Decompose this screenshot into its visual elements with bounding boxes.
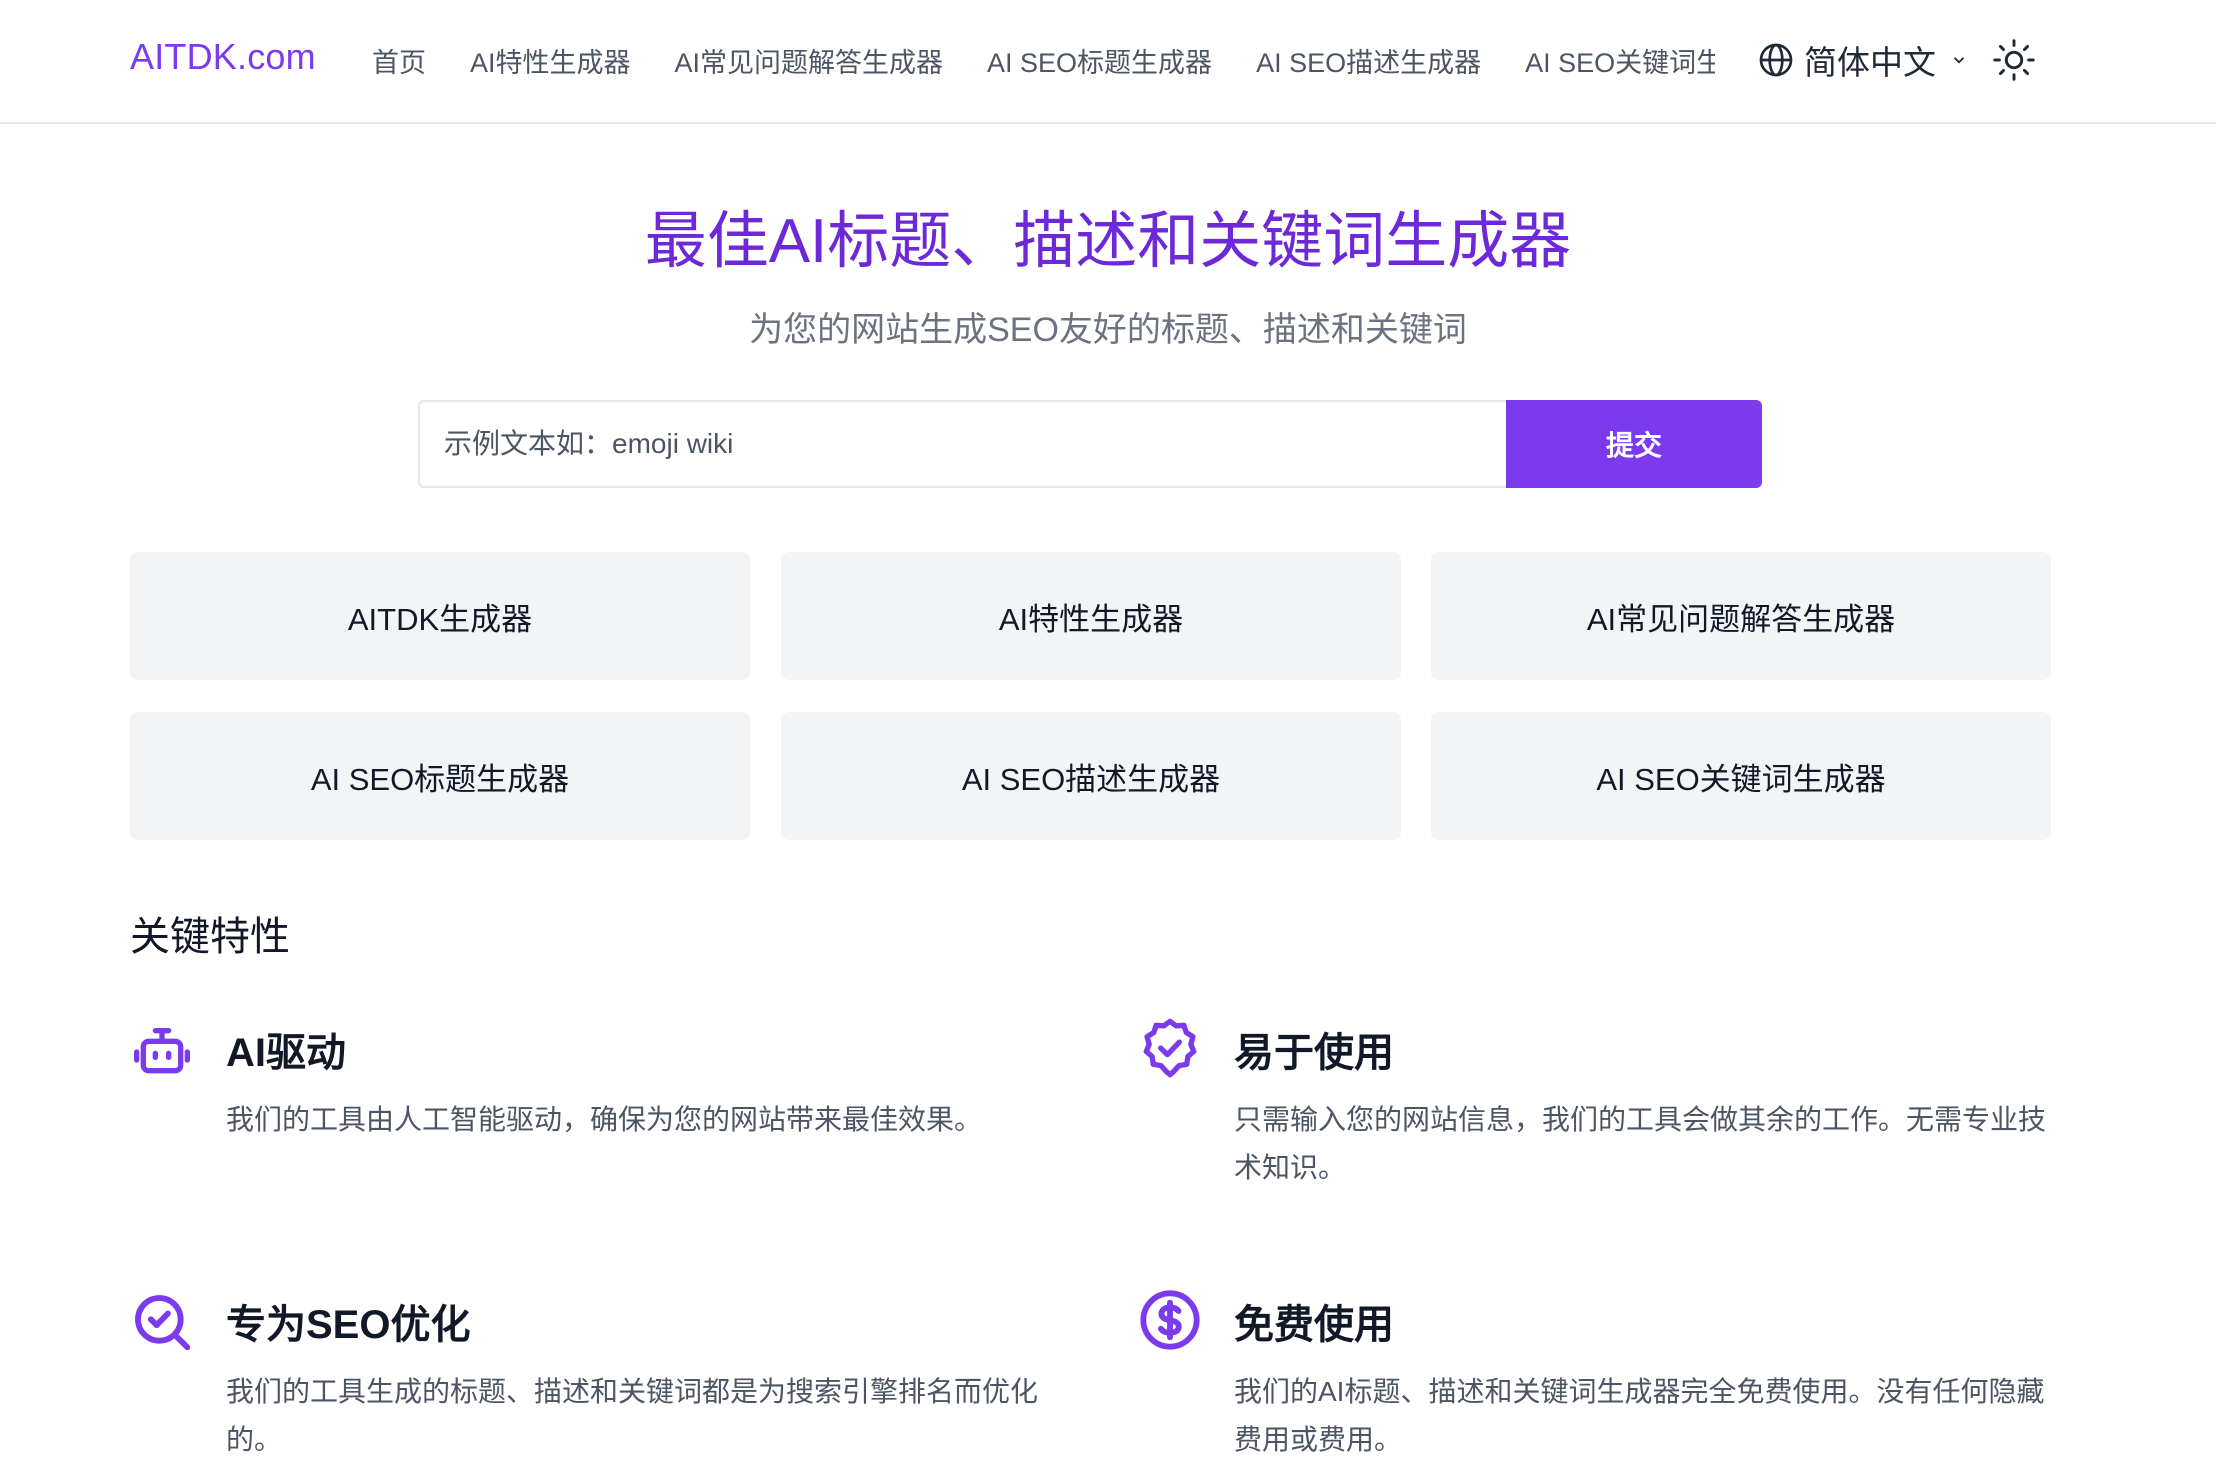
theme-toggle-button[interactable]	[1992, 38, 2036, 82]
badge-check-icon	[1138, 1016, 1202, 1080]
brand-logo-link[interactable]: AITDK.com	[130, 36, 316, 78]
nav-item-seo-description-generator[interactable]: AI SEO描述生成器	[1256, 41, 1481, 80]
language-label: 简体中文	[1804, 36, 1936, 84]
page-title: 最佳AI标题、描述和关键词生成器	[0, 190, 2216, 280]
feature-description: 只需输入您的网站信息，我们的工具会做其余的工作。无需专业技术知识。	[1234, 1096, 2054, 1192]
nav-item-home[interactable]: 首页	[372, 41, 426, 80]
nav-item-seo-title-generator[interactable]: AI SEO标题生成器	[987, 41, 1212, 80]
feature-title: AI驱动	[226, 1020, 346, 1078]
page-subtitle: 为您的网站生成SEO友好的标题、描述和关键词	[0, 302, 2216, 351]
feature-title: 易于使用	[1234, 1020, 1394, 1078]
features-heading: 关键特性	[130, 904, 290, 962]
main-nav: 首页 AI特性生成器 AI常见问题解答生成器 AI SEO标题生成器 AI SE…	[372, 0, 1715, 120]
nav-item-faq-generator[interactable]: AI常见问题解答生成器	[675, 41, 944, 80]
website-input[interactable]	[418, 400, 1506, 488]
language-selector[interactable]: 简体中文	[1758, 38, 1968, 82]
submit-button[interactable]: 提交	[1506, 400, 1762, 488]
feature-description: 我们的工具生成的标题、描述和关键词都是为搜索引擎排名而优化的。	[226, 1368, 1046, 1464]
nav-item-seo-keyword-generator[interactable]: AI SEO关键词生成器	[1525, 41, 1715, 80]
tool-card-seo-title-generator[interactable]: AI SEO标题生成器	[130, 712, 750, 840]
robot-icon	[130, 1020, 194, 1084]
nav-item-feature-generator[interactable]: AI特性生成器	[470, 41, 631, 80]
globe-icon	[1758, 42, 1794, 78]
top-navbar: AITDK.com 首页 AI特性生成器 AI常见问题解答生成器 AI SEO标…	[0, 0, 2216, 124]
tool-card-aitdk-generator[interactable]: AITDK生成器	[130, 552, 750, 680]
feature-description: 我们的AI标题、描述和关键词生成器完全免费使用。没有任何隐藏费用或费用。	[1234, 1368, 2054, 1464]
feature-description: 我们的工具由人工智能驱动，确保为您的网站带来最佳效果。	[226, 1096, 1046, 1144]
tool-card-seo-keyword-generator[interactable]: AI SEO关键词生成器	[1431, 712, 2051, 840]
search-check-icon	[130, 1290, 194, 1354]
chevron-down-icon	[1950, 51, 1968, 69]
feature-title: 免费使用	[1234, 1292, 1394, 1350]
tool-card-feature-generator[interactable]: AI特性生成器	[781, 552, 1401, 680]
sun-icon	[1992, 38, 2036, 82]
dollar-circle-icon	[1138, 1288, 1202, 1352]
feature-title: 专为SEO优化	[226, 1292, 470, 1350]
tool-card-faq-generator[interactable]: AI常见问题解答生成器	[1431, 552, 2051, 680]
tool-card-seo-description-generator[interactable]: AI SEO描述生成器	[781, 712, 1401, 840]
